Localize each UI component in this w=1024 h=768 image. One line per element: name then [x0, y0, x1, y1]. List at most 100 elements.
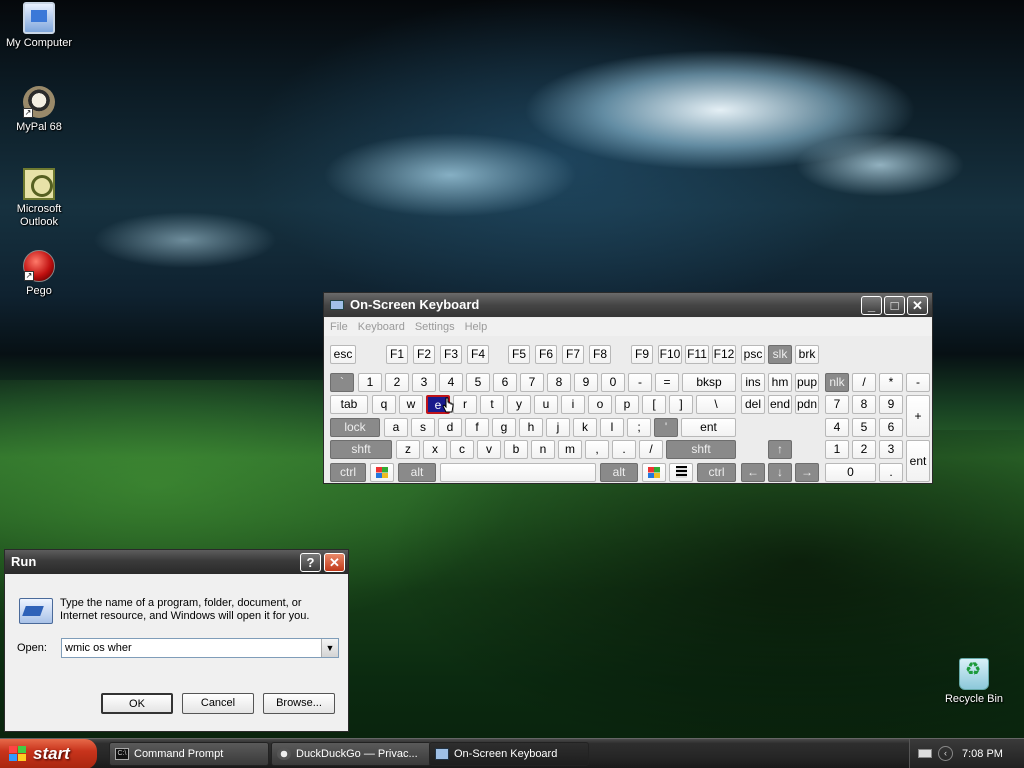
menu-help[interactable]: Help [465, 318, 488, 336]
key-left-ctrl[interactable]: ctrl [330, 463, 366, 482]
key-psc[interactable]: psc [741, 345, 765, 364]
key-arrow-left[interactable]: ← [741, 463, 765, 482]
chevron-down-icon[interactable]: ▼ [321, 639, 338, 657]
key-f2[interactable]: F2 [413, 345, 435, 364]
key-v[interactable]: v [477, 440, 501, 459]
key-quote[interactable]: ' [654, 418, 678, 437]
key-l[interactable]: l [600, 418, 624, 437]
browse-button[interactable]: Browse... [263, 693, 335, 714]
key-numpad-divide[interactable]: / [852, 373, 876, 392]
key-3[interactable]: 3 [412, 373, 436, 392]
key-numpad-4[interactable]: 4 [825, 418, 849, 437]
key-page-down[interactable]: pdn [795, 395, 819, 414]
key-d[interactable]: d [438, 418, 462, 437]
key-slash[interactable]: / [639, 440, 663, 459]
key-backslash[interactable]: \ [696, 395, 736, 414]
key-equals[interactable]: = [655, 373, 679, 392]
key-right-alt[interactable]: alt [600, 463, 638, 482]
key-f1[interactable]: F1 [386, 345, 408, 364]
key-numpad-8[interactable]: 8 [852, 395, 876, 414]
task-duckduckgo[interactable]: DuckDuckGo — Privac... [271, 742, 431, 766]
task-on-screen-keyboard[interactable]: On-Screen Keyboard [429, 742, 589, 766]
chevron-left-icon[interactable]: ‹ [938, 746, 953, 761]
key-1[interactable]: 1 [358, 373, 382, 392]
key-5[interactable]: 5 [466, 373, 490, 392]
start-button[interactable]: start [0, 739, 97, 768]
key-7[interactable]: 7 [520, 373, 544, 392]
key-a[interactable]: a [384, 418, 408, 437]
key-w[interactable]: w [399, 395, 423, 414]
desktop-icon-mypal[interactable]: ↗ MyPal 68 [0, 86, 78, 134]
key-esc[interactable]: esc [330, 345, 356, 364]
key-caps-lock[interactable]: lock [330, 418, 380, 437]
ok-button[interactable]: OK [101, 693, 173, 714]
key-right-ctrl[interactable]: ctrl [697, 463, 736, 482]
key-o[interactable]: o [588, 395, 612, 414]
key-right-bracket[interactable]: ] [669, 395, 693, 414]
key-f4[interactable]: F4 [467, 345, 489, 364]
open-input[interactable] [62, 639, 321, 657]
key-end[interactable]: end [768, 395, 792, 414]
key-comma[interactable]: , [585, 440, 609, 459]
key-grave[interactable]: ` [330, 373, 354, 392]
desktop-icon-outlook[interactable]: Microsoft Outlook [0, 168, 78, 229]
key-u[interactable]: u [534, 395, 558, 414]
key-f5[interactable]: F5 [508, 345, 530, 364]
open-combobox[interactable]: ▼ [61, 638, 339, 658]
osk-titlebar[interactable]: On-Screen Keyboard _ □ ✕ [324, 293, 932, 317]
desktop-icon-pego[interactable]: ↗ Pego [0, 250, 78, 298]
key-arrow-right[interactable]: → [795, 463, 819, 482]
desktop-icon-my-computer[interactable]: My Computer [0, 2, 78, 50]
key-left-windows[interactable] [370, 463, 394, 482]
key-left-bracket[interactable]: [ [642, 395, 666, 414]
close-button[interactable]: ✕ [324, 553, 345, 572]
key-numpad-3[interactable]: 3 [879, 440, 903, 459]
task-command-prompt[interactable]: C:\ Command Prompt [109, 742, 269, 766]
key-f6[interactable]: F6 [535, 345, 557, 364]
clock[interactable]: 7:08 PM [962, 739, 1003, 768]
key-h[interactable]: h [519, 418, 543, 437]
close-button[interactable]: ✕ [907, 296, 928, 315]
menu-file[interactable]: File [330, 318, 348, 336]
key-y[interactable]: y [507, 395, 531, 414]
key-arrow-down[interactable]: ↓ [768, 463, 792, 482]
key-enter[interactable]: ent [681, 418, 736, 437]
run-titlebar[interactable]: Run ? ✕ [5, 550, 348, 574]
key-numpad-1[interactable]: 1 [825, 440, 849, 459]
key-9[interactable]: 9 [574, 373, 598, 392]
key-j[interactable]: j [546, 418, 570, 437]
key-insert[interactable]: ins [741, 373, 765, 392]
key-f7[interactable]: F7 [562, 345, 584, 364]
key-numpad-2[interactable]: 2 [852, 440, 876, 459]
key-n[interactable]: n [531, 440, 555, 459]
key-delete[interactable]: del [741, 395, 765, 414]
key-numpad-decimal[interactable]: . [879, 463, 903, 482]
key-f3[interactable]: F3 [440, 345, 462, 364]
key-f[interactable]: f [465, 418, 489, 437]
run-dialog[interactable]: Run ? ✕ Type the name of a program, fold… [4, 549, 349, 732]
maximize-button[interactable]: □ [884, 296, 905, 315]
key-arrow-up[interactable]: ↑ [768, 440, 792, 459]
key-m[interactable]: m [558, 440, 582, 459]
help-button[interactable]: ? [300, 553, 321, 572]
key-right-windows[interactable] [642, 463, 666, 482]
key-right-shift[interactable]: shft [666, 440, 736, 459]
key-x[interactable]: x [423, 440, 447, 459]
key-2[interactable]: 2 [385, 373, 409, 392]
key-b[interactable]: b [504, 440, 528, 459]
menu-settings[interactable]: Settings [415, 318, 455, 336]
key-left-shift[interactable]: shft [330, 440, 392, 459]
key-semicolon[interactable]: ; [627, 418, 651, 437]
key-numpad-7[interactable]: 7 [825, 395, 849, 414]
key-8[interactable]: 8 [547, 373, 571, 392]
key-application[interactable] [669, 463, 693, 482]
key-tab[interactable]: tab [330, 395, 368, 414]
key-t[interactable]: t [480, 395, 504, 414]
on-screen-keyboard-window[interactable]: On-Screen Keyboard _ □ ✕ File Keyboard S… [323, 292, 933, 484]
key-numpad-6[interactable]: 6 [879, 418, 903, 437]
key-numpad-0[interactable]: 0 [825, 463, 876, 482]
key-home[interactable]: hm [768, 373, 792, 392]
keyboard-tray-icon[interactable] [918, 749, 932, 758]
key-brk[interactable]: brk [795, 345, 819, 364]
key-numpad-9[interactable]: 9 [879, 395, 903, 414]
